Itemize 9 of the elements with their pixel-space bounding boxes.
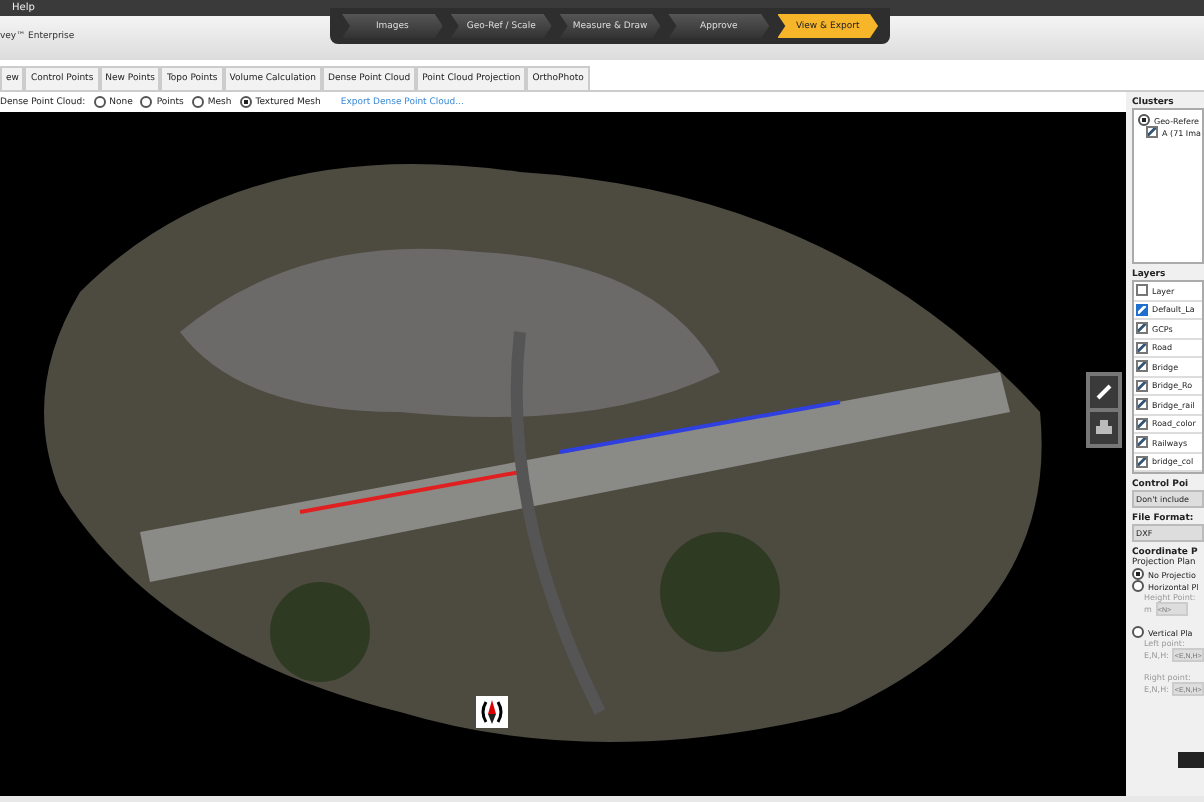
draw-tool-button[interactable] (1090, 376, 1118, 408)
print-tool-button[interactable] (1090, 412, 1118, 444)
radio-button[interactable] (93, 96, 106, 108)
compass-icon (476, 696, 508, 728)
radio-button[interactable] (140, 96, 153, 108)
radio-button[interactable] (239, 96, 252, 108)
printer-icon (1094, 419, 1114, 437)
radio-button[interactable] (191, 96, 204, 108)
pencil-icon (1094, 382, 1114, 402)
